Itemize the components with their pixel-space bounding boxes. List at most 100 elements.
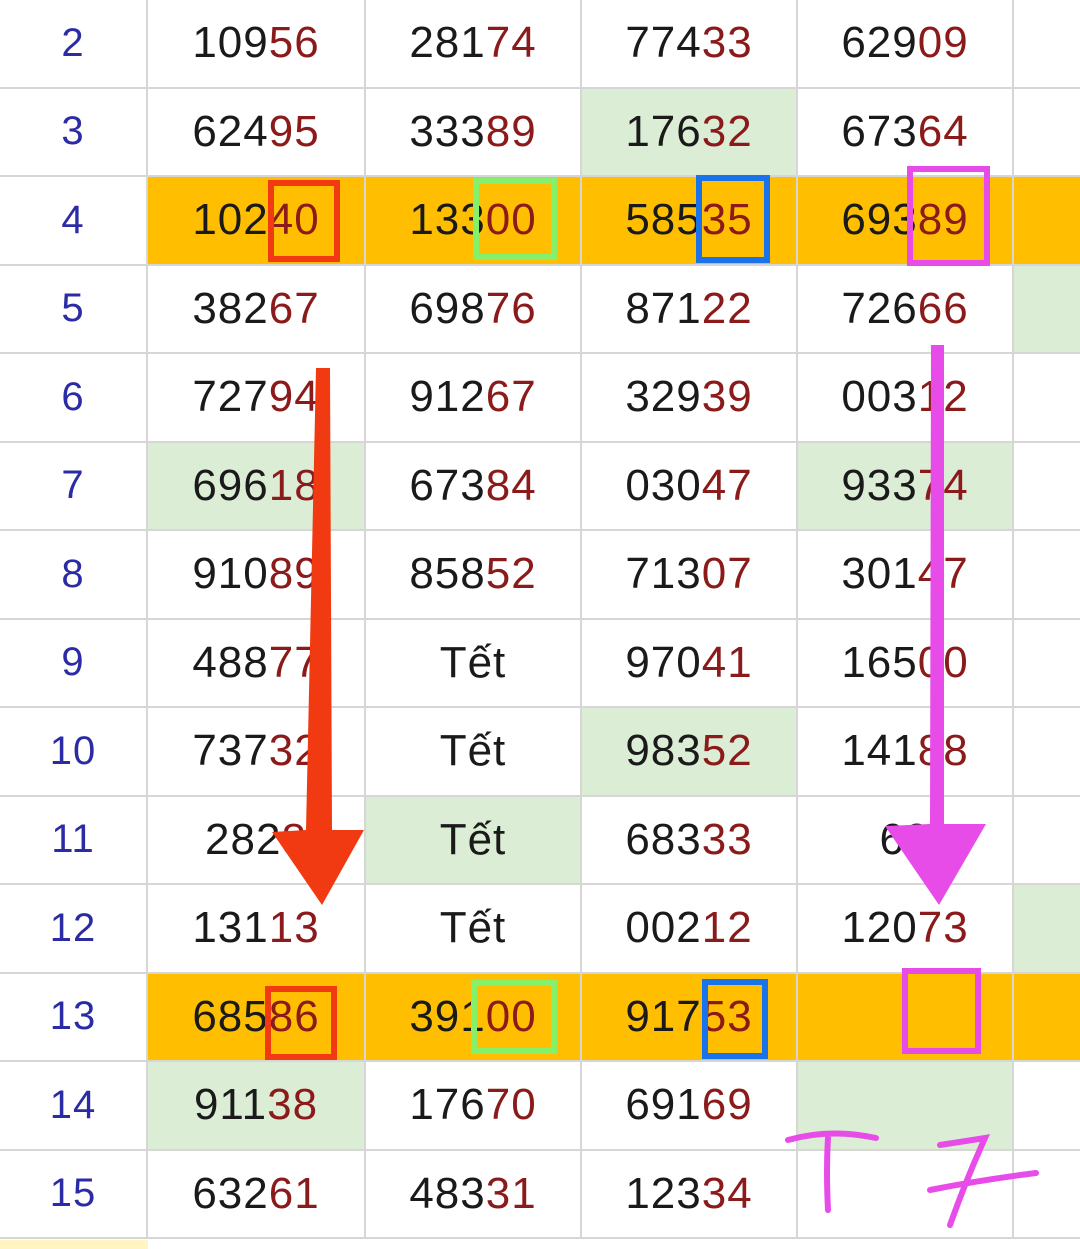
cell-tail-digits: 18 bbox=[268, 460, 320, 510]
trailing-cell[interactable] bbox=[1014, 885, 1080, 974]
trailing-cell[interactable] bbox=[1014, 531, 1080, 620]
result-cell[interactable] bbox=[798, 1062, 1014, 1151]
result-cell[interactable] bbox=[798, 973, 1014, 1062]
table-row: 4 102 40 133 00 585 35 693 89 bbox=[0, 177, 1080, 266]
result-cell[interactable]: Tết bbox=[366, 708, 582, 797]
result-cell[interactable]: 871 22 bbox=[582, 265, 798, 354]
result-cell[interactable] bbox=[798, 1150, 1014, 1239]
trailing-cell[interactable] bbox=[1014, 443, 1080, 531]
row-number[interactable]: 13 bbox=[0, 973, 148, 1062]
result-cell[interactable]: 691 69 bbox=[582, 1062, 798, 1151]
result-cell[interactable]: Tết bbox=[366, 619, 582, 708]
trailing-cell[interactable] bbox=[1014, 1062, 1080, 1151]
result-cell[interactable]: 282 8 bbox=[148, 796, 366, 885]
row-number[interactable]: 2 bbox=[0, 0, 148, 89]
result-cell[interactable]: Tết bbox=[366, 796, 582, 885]
result-cell[interactable]: 933 74 bbox=[798, 442, 1014, 531]
result-cell[interactable]: 683 33 bbox=[582, 796, 798, 885]
row-number[interactable]: 6 bbox=[0, 354, 148, 443]
result-cell[interactable]: 673 84 bbox=[366, 442, 582, 531]
row-number[interactable]: 9 bbox=[0, 619, 148, 708]
result-cell[interactable]: 696 18 bbox=[148, 442, 366, 531]
trailing-cell[interactable] bbox=[1014, 265, 1080, 354]
trailing-cell[interactable] bbox=[1014, 89, 1080, 177]
result-cell[interactable]: 910 89 bbox=[148, 531, 366, 620]
trailing-cell[interactable] bbox=[1014, 620, 1080, 708]
result-cell[interactable]: 629 09 bbox=[798, 0, 1014, 89]
row-number[interactable]: 15 bbox=[0, 1150, 148, 1239]
result-cell[interactable]: 912 67 bbox=[366, 354, 582, 443]
trailing-cell[interactable] bbox=[1014, 973, 1080, 1062]
result-cell[interactable]: 970 41 bbox=[582, 619, 798, 708]
result-cell[interactable]: 698 76 bbox=[366, 265, 582, 354]
row-number[interactable]: 4 bbox=[0, 177, 148, 266]
result-cell[interactable]: 382 67 bbox=[148, 265, 366, 354]
result-cell[interactable]: 003 12 bbox=[798, 354, 1014, 443]
result-cell[interactable]: 281 74 bbox=[366, 0, 582, 89]
trailing-cell[interactable] bbox=[1014, 708, 1080, 797]
result-cell[interactable]: 774 33 bbox=[582, 0, 798, 89]
result-cell[interactable]: 911 38 bbox=[148, 1062, 366, 1151]
result-cell[interactable]: 391 00 bbox=[366, 973, 582, 1062]
result-cell[interactable]: 624 95 bbox=[148, 88, 366, 177]
result-cell[interactable]: 488 77 bbox=[148, 619, 366, 708]
result-cell[interactable]: 713 07 bbox=[582, 531, 798, 620]
result-cell[interactable]: 123 34 bbox=[582, 1150, 798, 1239]
result-cell[interactable]: 69 bbox=[798, 796, 1014, 885]
result-cell[interactable]: 109 56 bbox=[148, 0, 366, 89]
result-cell[interactable]: 917 53 bbox=[582, 973, 798, 1062]
row-number[interactable]: 5 bbox=[0, 265, 148, 354]
cell-head-digits: 737 bbox=[192, 726, 269, 776]
row-number[interactable]: 3 bbox=[0, 88, 148, 177]
cell-head-digits: 713 bbox=[625, 549, 702, 599]
row-number[interactable]: 14 bbox=[0, 1062, 148, 1151]
cell-tail-digits: 22 bbox=[701, 283, 753, 333]
result-cell[interactable]: 858 52 bbox=[366, 531, 582, 620]
table-row: 6 727 94 912 67 329 39 003 12 bbox=[0, 354, 1080, 443]
result-cell[interactable]: 131 13 bbox=[148, 885, 366, 974]
result-cell[interactable]: 632 61 bbox=[148, 1150, 366, 1239]
result-cell[interactable]: 002 12 bbox=[582, 885, 798, 974]
result-cell[interactable]: 727 94 bbox=[148, 354, 366, 443]
trailing-cell[interactable] bbox=[1014, 0, 1080, 89]
cell-head-digits: 131 bbox=[192, 903, 269, 953]
result-cell[interactable]: Tết bbox=[366, 885, 582, 974]
result-cell[interactable]: 585 35 bbox=[582, 177, 798, 266]
result-cell[interactable]: 693 89 bbox=[798, 177, 1014, 266]
row-number[interactable]: 11 bbox=[0, 796, 148, 885]
result-cell[interactable]: 176 32 bbox=[582, 88, 798, 177]
result-cell[interactable]: 141 88 bbox=[798, 708, 1014, 797]
result-cell[interactable]: 685 86 bbox=[148, 973, 366, 1062]
trailing-cell[interactable] bbox=[1014, 354, 1080, 443]
result-cell[interactable]: 133 00 bbox=[366, 177, 582, 266]
result-cell[interactable]: 176 70 bbox=[366, 1062, 582, 1151]
cell-tail-digits: 35 bbox=[701, 195, 753, 245]
cell-head-digits: 141 bbox=[841, 726, 918, 776]
result-cell[interactable]: 120 73 bbox=[798, 885, 1014, 974]
result-cell[interactable]: 301 47 bbox=[798, 531, 1014, 620]
cell-tail-digits: 12 bbox=[701, 903, 753, 953]
cell-tail-digits: 89 bbox=[268, 549, 320, 599]
trailing-cell[interactable] bbox=[1014, 1151, 1080, 1239]
result-cell[interactable]: 983 52 bbox=[582, 708, 798, 797]
cell-tail-digits: 69 bbox=[701, 1080, 753, 1130]
result-cell[interactable]: 333 89 bbox=[366, 88, 582, 177]
result-cell[interactable]: 483 31 bbox=[366, 1150, 582, 1239]
row-number[interactable]: 10 bbox=[0, 708, 148, 797]
cell-head-digits: 983 bbox=[625, 726, 702, 776]
result-cell[interactable]: 030 47 bbox=[582, 442, 798, 531]
result-cell[interactable]: 165 00 bbox=[798, 619, 1014, 708]
result-cell[interactable]: 102 40 bbox=[148, 177, 366, 266]
result-cell[interactable]: 737 32 bbox=[148, 708, 366, 797]
row-number[interactable]: 12 bbox=[0, 885, 148, 974]
row-number[interactable]: 7 bbox=[0, 442, 148, 531]
trailing-cell[interactable] bbox=[1014, 177, 1080, 266]
result-cell[interactable]: 726 66 bbox=[798, 265, 1014, 354]
table-row: 11 282 8 Tết 683 33 69 bbox=[0, 796, 1080, 885]
result-cell[interactable]: 329 39 bbox=[582, 354, 798, 443]
result-cell[interactable]: 673 64 bbox=[798, 88, 1014, 177]
row-number[interactable]: 8 bbox=[0, 531, 148, 620]
cell-tail-digits: 32 bbox=[701, 106, 753, 156]
trailing-cell[interactable] bbox=[1014, 797, 1080, 885]
cell-head-digits: 333 bbox=[409, 106, 486, 156]
